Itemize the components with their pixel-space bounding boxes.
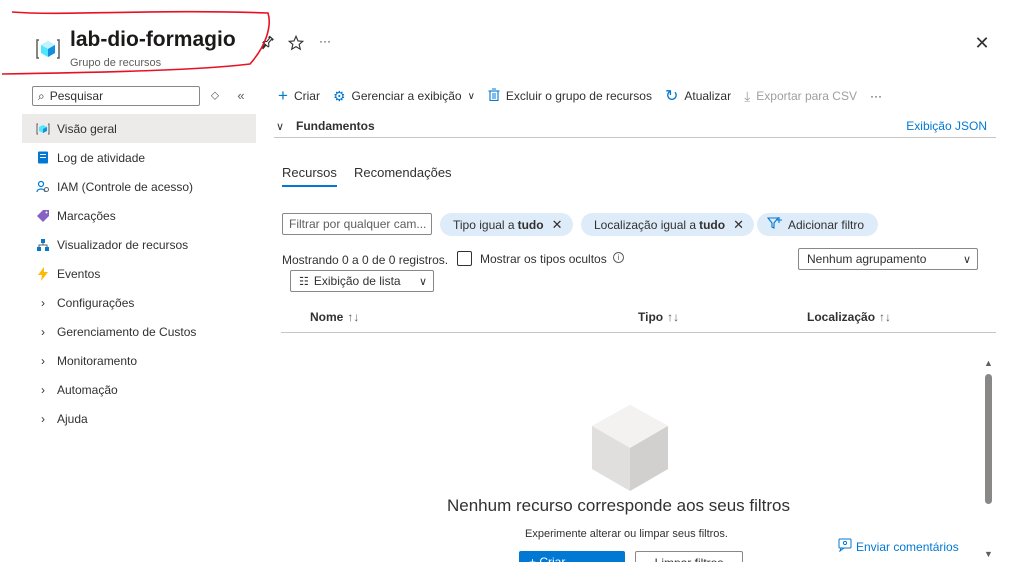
chevron-right-icon: › [41,353,45,368]
create-button[interactable]: + Criar [278,86,320,106]
sidebar-item-iam[interactable]: IAM (Controle de acesso) [22,172,256,201]
chevron-right-icon: › [41,411,45,426]
type-filter-pill[interactable]: Tipo igual a tudo ✕ [440,213,573,236]
iam-icon [36,180,50,194]
column-header-type[interactable]: Tipo ↑↓ [638,310,679,324]
sidebar-search-input[interactable]: ⌕ Pesquisar [32,86,200,106]
sidebar-item-activity-log[interactable]: Log de atividade [22,143,256,172]
sidebar-item-automation[interactable]: › Automação [22,375,256,404]
sidebar-item-monitoring[interactable]: › Monitoramento [22,346,256,375]
tab-recommendations[interactable]: Recomendações [354,165,452,180]
toolbar-more-button[interactable]: ··· [870,89,882,103]
column-header-name[interactable]: Nome ↑↓ [310,310,359,324]
refresh-button[interactable]: ↻ Atualizar [665,86,731,106]
resource-group-icon [36,39,60,59]
empty-state-subtitle: Experimente alterar ou limpar seus filtr… [525,528,728,540]
sidebar-nav: Visão geral Log de atividade IAM (Contro… [22,114,256,433]
expand-collapse-icon[interactable]: ⬦ [208,88,222,104]
close-button[interactable]: ✕ [972,33,992,53]
sidebar-item-resource-visualizer[interactable]: Visualizador de recursos [22,230,256,259]
location-filter-pill[interactable]: Localização igual a tudo ✕ [581,213,754,236]
events-icon [36,266,50,281]
tab-resources[interactable]: Recursos [282,165,337,187]
empty-create-button[interactable]: + Criar [519,551,625,562]
list-icon: ☷ [299,275,309,288]
chevron-down-icon: ∨ [418,275,427,288]
sidebar-item-overview[interactable]: Visão geral [22,114,256,143]
command-bar: + Criar ⚙ Gerenciar a exibição ∨ Excluir… [278,84,895,108]
essentials-section[interactable]: ∨ Fundamentos Exibição JSON [274,115,996,138]
show-hidden-types-label: Mostrar os tipos ocultos [480,252,607,266]
sort-icon: ↑↓ [879,310,892,324]
pin-icon[interactable] [258,34,276,52]
sort-icon: ↑↓ [667,310,680,324]
scroll-down-arrow[interactable]: ▼ [983,549,994,559]
export-csv-button[interactable]: ⤓ Exportar para CSV [744,88,857,105]
record-count: Mostrando 0 a 0 de 0 registros. [282,253,449,267]
feedback-icon [838,538,852,555]
chevron-down-icon: ∨ [962,253,971,266]
manage-view-button[interactable]: ⚙ Gerenciar a exibição ∨ [333,88,475,105]
sidebar-item-tags[interactable]: Marcações [22,201,256,230]
chevron-right-icon: › [41,382,45,397]
chevron-right-icon: › [41,324,45,339]
sort-icon: ↑↓ [347,310,360,324]
sidebar-item-cost-management[interactable]: › Gerenciamento de Custos [22,317,256,346]
chevron-down-icon: ∨ [467,90,475,102]
refresh-icon: ↻ [664,88,679,105]
collapse-sidebar-icon[interactable]: « [234,88,248,104]
tag-icon [36,209,50,223]
close-icon[interactable]: ✕ [733,217,744,233]
clear-filters-button[interactable]: Limpar filtros [635,551,743,562]
gear-icon: ⚙ [332,87,346,104]
search-icon: ⌕ [38,88,45,103]
page-title: lab-dio-formagio [70,28,236,51]
feedback-link[interactable]: Enviar comentários [838,538,959,555]
empty-cube-illustration [592,405,668,491]
resources-grid-header: Nome ↑↓ Tipo ↑↓ Localização ↑↓ [281,306,996,333]
list-view-dropdown[interactable]: ☷ Exibição de lista ∨ [290,270,434,292]
plus-icon: + [278,86,288,105]
chevron-down-icon: ∨ [276,120,285,133]
delete-resource-group-button[interactable]: Excluir o grupo de recursos [488,88,652,104]
resource-visualizer-icon [36,238,50,252]
sidebar-item-settings[interactable]: › Configurações [22,288,256,317]
scroll-up-arrow[interactable]: ▲ [983,358,994,368]
more-options-button[interactable]: ··· [316,32,334,50]
grouping-dropdown[interactable]: Nenhum agrupamento ∨ [798,248,978,270]
star-icon[interactable] [287,34,305,52]
chevron-right-icon: › [41,295,45,310]
add-filter-button[interactable]: Adicionar filtro [757,213,879,236]
filter-input[interactable]: Filtrar por qualquer cam... [282,213,432,235]
column-header-location[interactable]: Localização ↑↓ [807,310,891,324]
add-filter-icon [766,216,783,233]
download-icon: ⤓ [744,87,751,104]
resource-group-icon [36,122,50,136]
show-hidden-types-checkbox[interactable] [457,251,472,266]
json-view-link[interactable]: Exibição JSON [906,119,987,133]
close-icon[interactable]: ✕ [552,217,563,233]
sidebar-item-events[interactable]: Eventos [22,259,256,288]
page-subtitle: Grupo de recursos [70,57,162,69]
empty-state-title: Nenhum recurso corresponde aos seus filt… [447,496,790,515]
info-icon[interactable]: i [613,252,624,263]
activity-log-icon [36,151,50,165]
scrollbar-thumb[interactable] [985,374,992,504]
trash-icon [488,88,500,104]
sidebar-item-help[interactable]: › Ajuda [22,404,256,433]
